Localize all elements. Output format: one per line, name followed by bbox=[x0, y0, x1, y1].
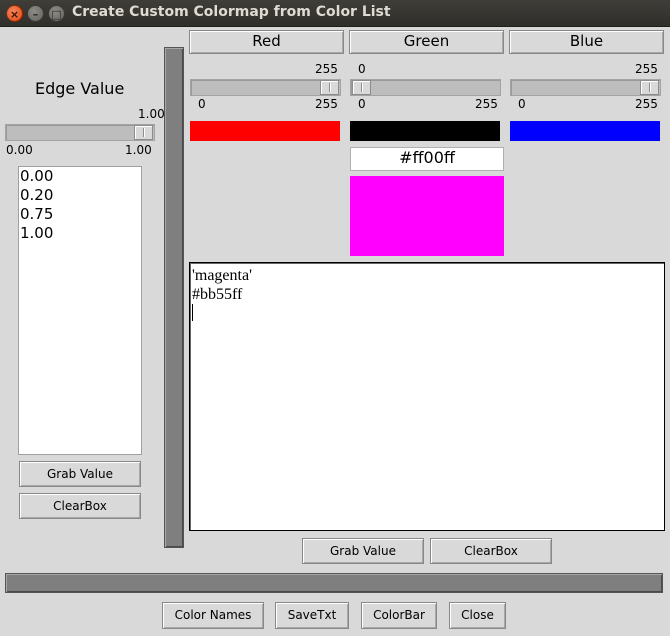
window-close-button[interactable]: × bbox=[6, 5, 23, 22]
color-list-textbox[interactable]: 'magenta' #bb55ff bbox=[189, 262, 665, 531]
color-names-button[interactable]: Color Names bbox=[162, 602, 264, 629]
red-scale[interactable] bbox=[190, 79, 341, 96]
green-slider-handle[interactable] bbox=[352, 80, 371, 95]
blue-swatch bbox=[510, 121, 660, 141]
green-scale-min: 0 bbox=[358, 97, 366, 111]
list-item[interactable]: 1.00 bbox=[19, 224, 141, 243]
colorbar-button[interactable]: ColorBar bbox=[361, 602, 437, 629]
clearbox-button[interactable]: ClearBox bbox=[430, 538, 552, 564]
edge-value-title: Edge Value bbox=[35, 79, 125, 98]
red-swatch bbox=[190, 121, 340, 141]
green-channel-button[interactable]: Green bbox=[349, 30, 504, 54]
red-scale-min: 0 bbox=[198, 97, 206, 111]
red-scale-value: 255 bbox=[315, 62, 338, 76]
blue-scale-value: 255 bbox=[635, 62, 658, 76]
edge-value-scale[interactable] bbox=[5, 124, 155, 141]
blue-scale-max: 255 bbox=[635, 97, 658, 111]
list-item[interactable]: 0.75 bbox=[19, 205, 141, 224]
edge-scale-max: 1.00 bbox=[125, 143, 152, 157]
window-maximize-button[interactable]: □ bbox=[48, 5, 65, 22]
list-item[interactable]: 0.20 bbox=[19, 186, 141, 205]
red-scale-max: 255 bbox=[315, 97, 338, 111]
edge-scale-value: 1.00 bbox=[138, 107, 165, 121]
text-cursor bbox=[192, 304, 193, 321]
close-button[interactable]: Close bbox=[449, 602, 506, 629]
grab-value-button[interactable]: Grab Value bbox=[302, 538, 424, 564]
red-channel-button[interactable]: Red bbox=[189, 30, 344, 54]
color-list-line: #bb55ff bbox=[192, 286, 243, 303]
horizontal-divider[interactable] bbox=[5, 573, 663, 593]
green-scale[interactable] bbox=[350, 79, 501, 96]
edge-values-listbox[interactable]: 0.00 0.20 0.75 1.00 bbox=[18, 166, 142, 455]
window-title: Create Custom Colormap from Color List bbox=[72, 4, 391, 20]
save-txt-button[interactable]: SaveTxt bbox=[275, 602, 349, 629]
edge-grab-value-button[interactable]: Grab Value bbox=[19, 461, 141, 487]
edge-value-slider-handle[interactable] bbox=[134, 125, 153, 140]
list-item[interactable]: 0.00 bbox=[19, 167, 141, 186]
text-cursor-line bbox=[190, 304, 664, 323]
blue-channel-button[interactable]: Blue bbox=[509, 30, 664, 54]
blue-scale[interactable] bbox=[510, 79, 661, 96]
title-bar: × – □ Create Custom Colormap from Color … bbox=[0, 0, 670, 27]
green-swatch bbox=[350, 121, 500, 141]
edge-scale-min: 0.00 bbox=[6, 143, 33, 157]
blue-scale-min: 0 bbox=[518, 97, 526, 111]
blue-slider-handle[interactable] bbox=[640, 80, 659, 95]
edge-clearbox-button[interactable]: ClearBox bbox=[19, 493, 141, 519]
vertical-divider[interactable] bbox=[164, 47, 184, 548]
mixed-color-preview bbox=[350, 176, 504, 256]
green-scale-value: 0 bbox=[358, 62, 366, 76]
color-list-line: 'magenta' bbox=[192, 267, 252, 284]
green-scale-max: 255 bbox=[475, 97, 498, 111]
window-minimize-button[interactable]: – bbox=[27, 5, 44, 22]
hex-color-entry[interactable]: #ff00ff bbox=[350, 147, 504, 171]
red-slider-handle[interactable] bbox=[320, 80, 339, 95]
